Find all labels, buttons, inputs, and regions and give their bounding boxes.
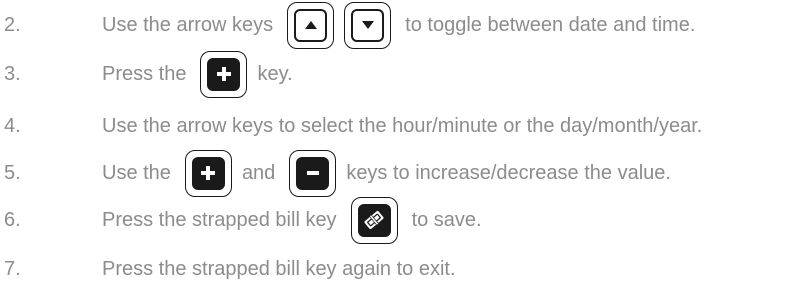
step-text: Use the and keys to increase/decrease th… [102,149,671,197]
step-text: Use the arrow keys to toggle between dat… [102,1,696,49]
step-text-after: to toggle between date and time. [405,13,696,36]
step-text-middle: and [241,161,276,184]
plus-key [184,149,232,197]
step-text-before: Press the [102,62,187,85]
step-text-before: Press the strapped bill key [102,208,337,231]
step-text-before: Use the arrow keys [102,13,274,36]
plus-icon [216,67,231,81]
step-text: Press the strapped bill key again to exi… [102,258,456,281]
step-number: 6. [4,208,21,231]
step-number: 5. [4,161,21,184]
step-number: 2. [4,13,21,36]
caret-up-icon [304,21,317,29]
step-text-after: key. [257,62,293,85]
step-text-before: Use the [102,161,171,184]
step-number: 3. [4,62,21,85]
step-text-after: keys to increase/decrease the value. [346,161,671,184]
step-text-full: Press the strapped bill key again to exi… [102,257,456,280]
step-number: 4. [4,114,21,137]
plus-icon [201,166,216,180]
step-text: Press the strapped bill key to save. [102,196,482,244]
caret-down-icon [361,21,374,29]
step-text: Press the key. [102,50,293,98]
down-arrow-key [344,1,392,49]
strapped-bill-icon [364,210,384,230]
strapped-bill-key [350,196,398,244]
step-number: 7. [4,257,21,280]
minus-icon [306,171,319,175]
step-text: Use the arrow keys to select the hour/mi… [102,115,702,138]
step-text-full: Use the arrow keys to select the hour/mi… [102,114,703,137]
minus-key [289,149,337,197]
up-arrow-key [287,1,335,49]
step-text-after: to save. [411,208,482,231]
plus-key [200,50,248,98]
